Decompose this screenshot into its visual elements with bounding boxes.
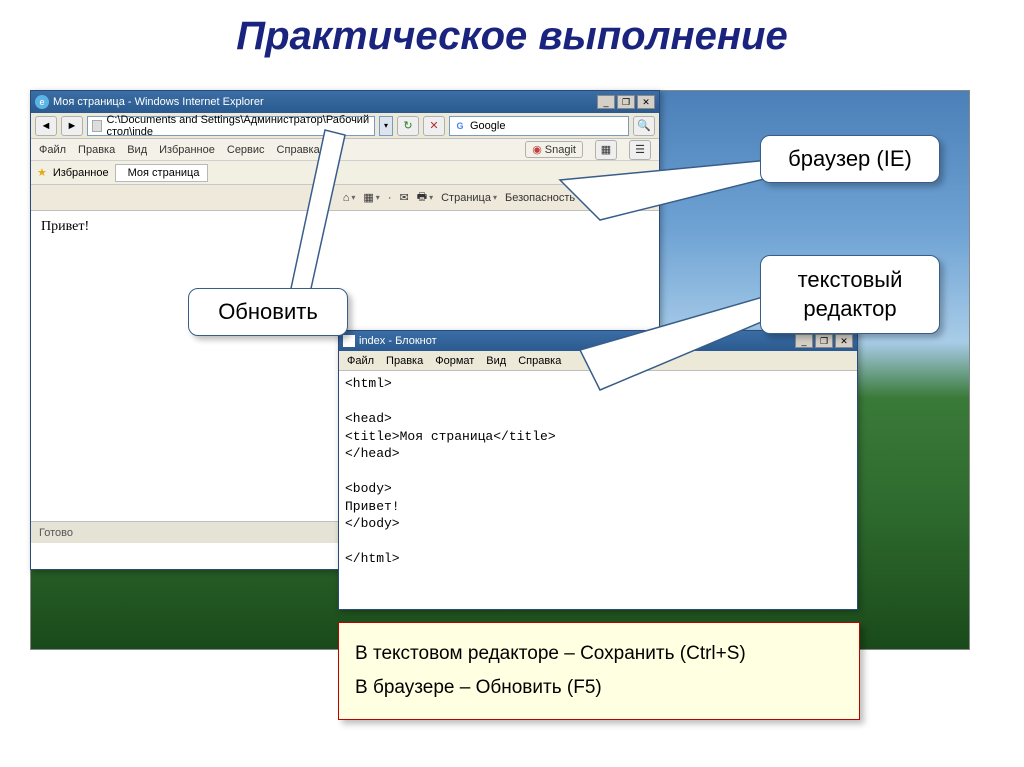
- callout-browser: браузер (IE): [760, 135, 940, 183]
- notepad-icon: [343, 335, 355, 347]
- notepad-menu-bar: Файл Правка Формат Вид Справка: [339, 351, 857, 371]
- menu-view[interactable]: Вид: [127, 144, 147, 156]
- address-input[interactable]: C:\Documents and Settings\Администратор\…: [87, 116, 375, 136]
- note-line2: В браузере – Обновить (F5): [355, 671, 843, 705]
- slide-title: Практическое выполнение: [0, 0, 1024, 67]
- ie-icon: e: [35, 95, 49, 109]
- favorites-label[interactable]: Избранное: [53, 167, 109, 179]
- browser-menu-bar: Файл Правка Вид Избранное Сервис Справка…: [31, 139, 659, 161]
- tab-title: Моя страница: [128, 167, 200, 179]
- np-menu-edit[interactable]: Правка: [386, 355, 423, 367]
- np-minimize-button[interactable]: _: [795, 334, 813, 348]
- np-close-button[interactable]: ✕: [835, 334, 853, 348]
- page-content-text: Привет!: [41, 219, 89, 234]
- search-input[interactable]: G Google: [449, 116, 629, 136]
- google-icon: G: [454, 120, 466, 132]
- home-button[interactable]: ⌂▾: [343, 192, 356, 204]
- np-menu-view[interactable]: Вид: [486, 355, 506, 367]
- browser-titlebar[interactable]: e Моя страница - Windows Internet Explor…: [31, 91, 659, 113]
- np-menu-help[interactable]: Справка: [518, 355, 561, 367]
- menu-favorites[interactable]: Избранное: [159, 144, 215, 156]
- address-bar-row: ◄ ► C:\Documents and Settings\Администра…: [31, 113, 659, 139]
- status-text: Готово: [39, 527, 73, 539]
- minimize-button[interactable]: _: [597, 95, 615, 109]
- search-button[interactable]: 🔍: [633, 116, 655, 136]
- note-line1: В текстовом редакторе – Сохранить (Ctrl+…: [355, 637, 843, 671]
- close-button[interactable]: ✕: [637, 95, 655, 109]
- np-menu-file[interactable]: Файл: [347, 355, 374, 367]
- snagit-extra2[interactable]: ☰: [629, 140, 651, 160]
- browser-tab[interactable]: Моя страница: [115, 164, 209, 182]
- notepad-title: index - Блокнот: [359, 335, 437, 347]
- search-engine-label: Google: [470, 120, 505, 132]
- back-button[interactable]: ◄: [35, 116, 57, 136]
- favorites-star-icon[interactable]: ★: [37, 166, 47, 179]
- forward-button[interactable]: ►: [61, 116, 83, 136]
- menu-service[interactable]: Сервис: [227, 144, 265, 156]
- callout-editor: текстовый редактор: [760, 255, 940, 334]
- np-menu-format[interactable]: Формат: [435, 355, 474, 367]
- maximize-button[interactable]: ❐: [617, 95, 635, 109]
- help-button[interactable]: ?▾: [641, 192, 653, 204]
- np-maximize-button[interactable]: ❐: [815, 334, 833, 348]
- page-icon: [92, 120, 102, 132]
- snagit-button[interactable]: ◉Snagit: [525, 141, 583, 158]
- browser-toolbar2: ⌂▾ ▦▾ · ✉ 🖶▾ Страница▾ Безопасность▾ Сер…: [31, 185, 659, 211]
- menu-edit[interactable]: Правка: [78, 144, 115, 156]
- notepad-text-area[interactable]: <html> <head> <title>Моя страница</title…: [339, 371, 857, 609]
- callout-refresh: Обновить: [188, 288, 348, 336]
- snagit-extra1[interactable]: ▦: [595, 140, 617, 160]
- read-mail-button[interactable]: ✉: [399, 191, 408, 204]
- browser-title: Моя страница - Windows Internet Explorer: [53, 96, 264, 108]
- instruction-note: В текстовом редакторе – Сохранить (Ctrl+…: [338, 622, 860, 720]
- notepad-window: index - Блокнот _ ❐ ✕ Файл Правка Формат…: [338, 330, 858, 610]
- menu-help[interactable]: Справка: [277, 144, 320, 156]
- favorites-bar: ★ Избранное Моя страница: [31, 161, 659, 185]
- feeds-button[interactable]: ▦▾: [363, 191, 379, 204]
- menu-file[interactable]: Файл: [39, 144, 66, 156]
- print-button[interactable]: 🖶▾: [417, 188, 433, 207]
- tools-menu[interactable]: Сервис▾: [589, 192, 633, 204]
- page-menu[interactable]: Страница▾: [441, 192, 497, 204]
- refresh-button[interactable]: ↻: [397, 116, 419, 136]
- stop-button[interactable]: ✕: [423, 116, 445, 136]
- address-text: C:\Documents and Settings\Администратор\…: [106, 114, 370, 138]
- address-dropdown[interactable]: ▾: [379, 116, 393, 136]
- safety-menu[interactable]: Безопасность▾: [505, 192, 581, 204]
